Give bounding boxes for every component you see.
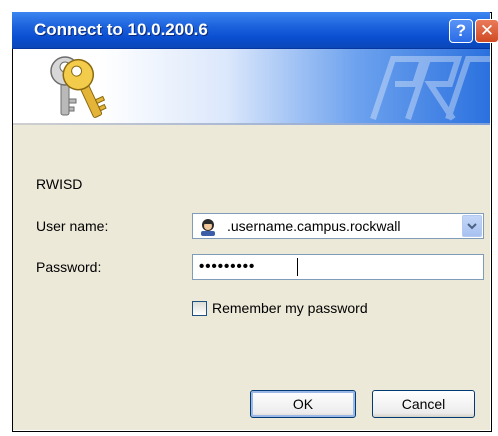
help-button[interactable]: ? (449, 19, 473, 43)
remember-password-label[interactable]: Remember my password (212, 300, 368, 316)
password-label: Password: (36, 259, 102, 275)
ok-button-label: OK (292, 396, 314, 412)
title-bar[interactable]: Connect to 10.0.200.6 ? ✕ (12, 12, 498, 49)
user-icon (201, 219, 215, 236)
close-icon: ✕ (479, 21, 495, 40)
close-button[interactable]: ✕ (475, 19, 498, 43)
dialog-banner (13, 49, 490, 123)
keys-icon (50, 56, 107, 118)
cancel-button[interactable]: Cancel (372, 390, 475, 418)
help-icon: ? (455, 21, 467, 40)
username-label: User name: (36, 218, 109, 234)
remember-password-checkbox[interactable] (192, 301, 207, 316)
text-caret (297, 258, 298, 276)
password-value: ••••••••• (199, 258, 256, 275)
username-value: .username.campus.rockwall (227, 218, 401, 234)
chevron-down-icon (467, 223, 477, 230)
cancel-button-label: Cancel (401, 396, 446, 412)
username-dropdown-button[interactable] (462, 215, 482, 237)
server-label: RWISD (36, 176, 83, 192)
username-combobox[interactable]: .username.campus.rockwall (192, 213, 484, 239)
ok-button[interactable]: OK (250, 390, 356, 418)
password-field[interactable]: ••••••••• (192, 254, 484, 280)
window-title: Connect to 10.0.200.6 (34, 20, 208, 39)
brand-logo (370, 56, 490, 121)
